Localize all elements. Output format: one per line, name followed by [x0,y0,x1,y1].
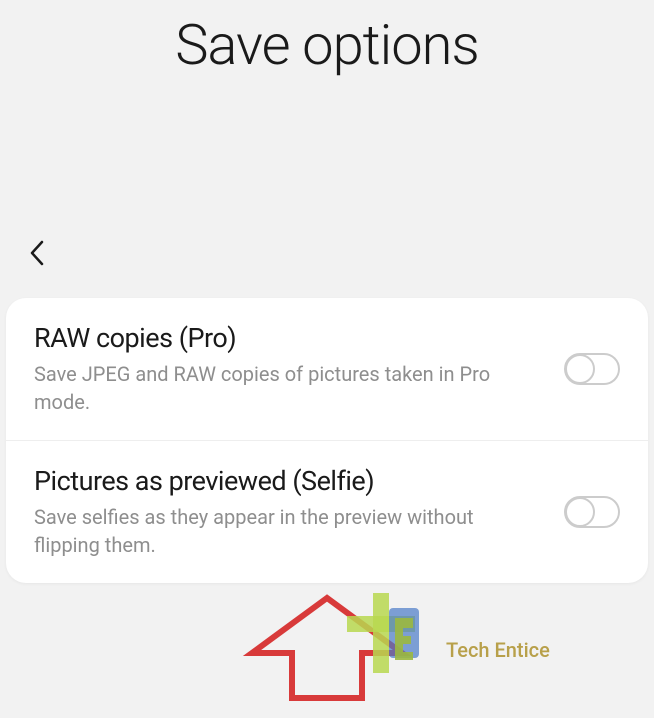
settings-card: RAW copies (Pro) Save JPEG and RAW copie… [6,298,648,583]
setting-description-raw: Save JPEG and RAW copies of pictures tak… [34,360,544,416]
setting-title-raw: RAW copies (Pro) [34,322,544,354]
chevron-left-icon [28,238,48,268]
setting-raw-copies[interactable]: RAW copies (Pro) Save JPEG and RAW copie… [6,298,648,440]
setting-pictures-previewed[interactable]: Pictures as previewed (Selfie) Save self… [6,440,648,583]
setting-text: Pictures as previewed (Selfie) Save self… [34,465,564,559]
setting-text: RAW copies (Pro) Save JPEG and RAW copie… [34,322,564,416]
watermark: Tech Entice [242,588,412,708]
setting-description-previewed: Save selfies as they appear in the previ… [34,503,544,559]
header-bar [0,238,654,268]
logo-icon [347,588,437,678]
watermark-text: Tech Entice [446,638,550,662]
back-button[interactable] [28,238,48,268]
toggle-off-icon [564,353,620,385]
toggle-pictures-previewed[interactable] [564,496,620,528]
toggle-off-icon [564,496,620,528]
page-title: Save options [0,0,654,138]
toggle-raw-copies[interactable] [564,353,620,385]
setting-title-previewed: Pictures as previewed (Selfie) [34,465,544,497]
